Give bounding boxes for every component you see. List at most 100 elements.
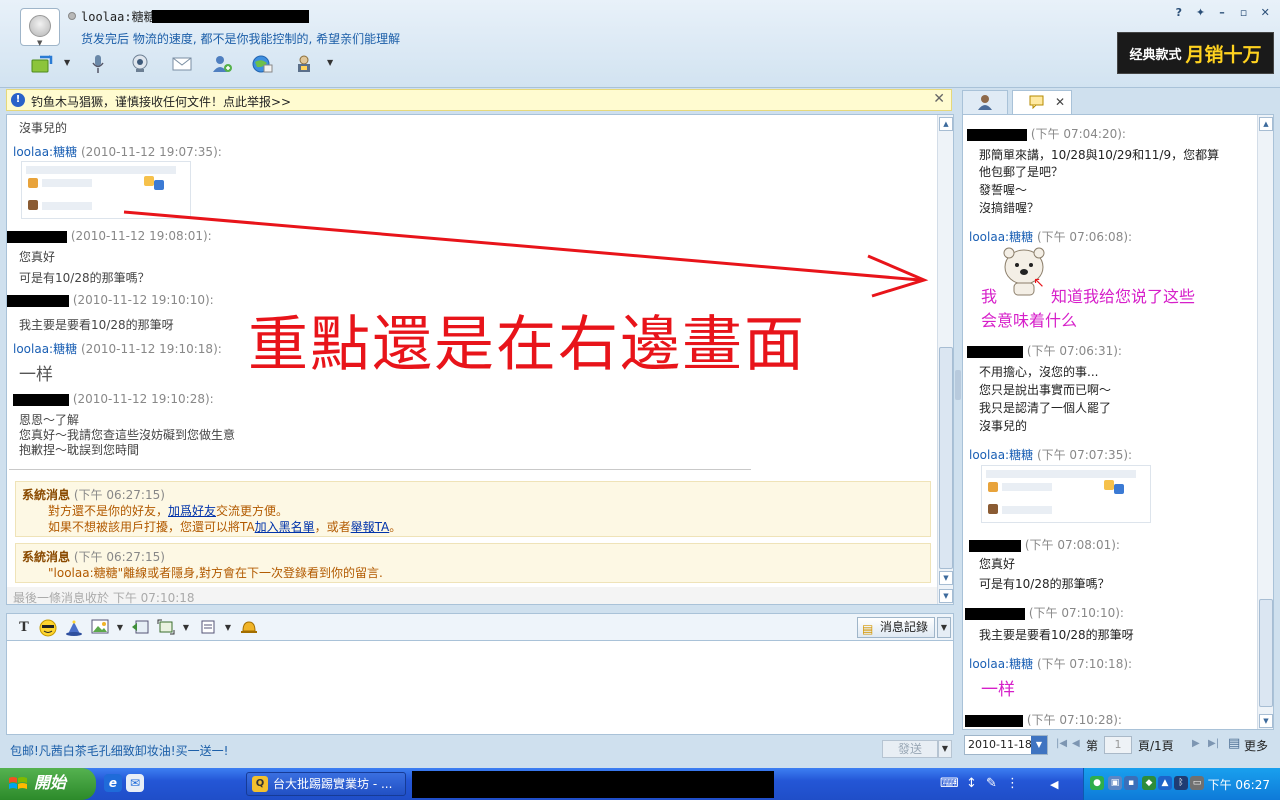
footer-ad-link[interactable]: 包邮!凡茜白茶毛孔细致卸妆油!买一送一!: [10, 742, 228, 759]
divider: [9, 469, 751, 470]
clock[interactable]: 下午 06:27: [1208, 776, 1270, 793]
next-page-icon[interactable]: ▶: [1192, 738, 1200, 749]
contact-avatar[interactable]: ▼: [20, 8, 60, 47]
send-file-icon[interactable]: [30, 53, 54, 75]
note-dropdown[interactable]: ▼: [219, 619, 237, 637]
tray-app-icon[interactable]: ▲: [1158, 776, 1172, 790]
message-time: (下午 07:08:01):: [1024, 538, 1120, 552]
scroll-up-icon[interactable]: ▲: [1259, 117, 1273, 131]
chat-scrollbar[interactable]: ▲ ▼ ▼: [937, 115, 953, 604]
close-warning-icon[interactable]: ✕: [933, 91, 945, 107]
internet-explorer-icon[interactable]: e: [104, 774, 122, 792]
redacted-name: [152, 10, 309, 23]
keyboard-icon[interactable]: ⌨: [940, 776, 959, 791]
more-icon[interactable]: ▤: [1228, 736, 1240, 751]
date-picker[interactable]: 2010-11-18 ▼: [964, 735, 1048, 755]
page-suffix: 頁/1頁: [1138, 739, 1174, 753]
minimize-icon[interactable]: –: [1215, 6, 1229, 20]
system-message-header: 系統消息 (下午 06:27:15): [22, 486, 165, 503]
message-input[interactable]: [6, 641, 954, 735]
system-message-title: 系統消息: [22, 488, 71, 502]
note-icon[interactable]: [199, 619, 217, 637]
record-header: (下午 07:10:28):: [965, 711, 1122, 728]
system-text: ，或者: [314, 520, 351, 534]
microphone-icon[interactable]: [86, 53, 110, 75]
globe-icon[interactable]: [250, 53, 274, 75]
screenshot-dropdown[interactable]: ▼: [177, 619, 195, 637]
record-header: (下午 07:08:01):: [969, 536, 1120, 553]
tray-app-icon[interactable]: ▪: [1124, 776, 1138, 790]
history-dropdown[interactable]: ▼: [937, 617, 951, 638]
more-tools-dropdown[interactable]: ▼: [327, 58, 333, 67]
send-file-dropdown[interactable]: ▼: [64, 58, 70, 67]
report-link[interactable]: 舉報TA: [351, 520, 390, 534]
close-icon[interactable]: ✕: [1258, 6, 1272, 20]
panel-splitter[interactable]: [955, 370, 961, 400]
record-text: 那簡單來講，10/28與10/29和11/9，您都算: [979, 148, 1220, 162]
tray-app-icon[interactable]: ●: [1090, 776, 1104, 790]
show-hidden-icons[interactable]: ◀: [1050, 778, 1058, 791]
tab-chat-history[interactable]: ✕: [1012, 90, 1072, 114]
scrollbar-thumb[interactable]: [939, 347, 953, 569]
taskbar-item-browser[interactable]: Q 台大批踢踢實業坊 - ...: [246, 772, 406, 796]
screenshot-icon[interactable]: [157, 619, 175, 637]
close-tab-icon[interactable]: ✕: [1055, 91, 1065, 113]
ad-banner[interactable]: 经典款式 月销十万: [1117, 32, 1274, 74]
webcam-icon[interactable]: [128, 53, 152, 75]
add-friend-link[interactable]: 加爲好友: [168, 504, 216, 518]
ime-menu-icon[interactable]: ⋮: [1006, 776, 1019, 791]
bluetooth-icon[interactable]: ᛒ: [1174, 776, 1188, 790]
outlook-express-icon[interactable]: ✉: [126, 774, 144, 792]
system-text: 。: [389, 520, 402, 534]
send-options-dropdown[interactable]: ▼: [938, 740, 952, 758]
send-button[interactable]: 發送: [882, 740, 938, 758]
record-text: 發誓喔～: [979, 183, 1028, 197]
message-history-button[interactable]: ▤ 消息記錄: [857, 617, 935, 638]
image-icon[interactable]: [91, 619, 109, 637]
maximize-icon[interactable]: ▫: [1237, 6, 1251, 20]
calendar-dropdown-icon[interactable]: ▼: [1031, 736, 1047, 754]
add-contact-icon[interactable]: [210, 53, 234, 75]
first-page-icon[interactable]: |◀: [1056, 738, 1067, 749]
tab-contact-info[interactable]: [962, 90, 1008, 114]
font-icon[interactable]: T: [15, 619, 33, 637]
help-icon[interactable]: ?: [1172, 6, 1186, 20]
last-page-icon[interactable]: ▶|: [1208, 738, 1219, 749]
ime-icon[interactable]: ↕: [966, 776, 977, 791]
prev-page-icon[interactable]: ◀: [1072, 738, 1080, 749]
scroll-end-icon[interactable]: ▼: [939, 589, 953, 603]
emoji-icon[interactable]: [39, 619, 57, 637]
redacted-name: [7, 230, 67, 243]
arrow-glyph-icon: ↖: [1033, 275, 1045, 291]
network-icon[interactable]: ▣: [1108, 776, 1122, 790]
shake-icon[interactable]: [131, 619, 149, 637]
scroll-down-icon[interactable]: ▼: [939, 571, 953, 585]
phishing-warning-bar[interactable]: ! 钓鱼木马猖獗，谨慎接收任何文件！点此举报>> ✕: [6, 89, 952, 111]
system-message: 系統消息 (下午 06:27:15) 對方還不是你的好友，加爲好友交流更方便。 …: [15, 481, 931, 537]
record-scrollbar[interactable]: ▲ ▼: [1257, 115, 1273, 729]
pin-icon[interactable]: ✦: [1194, 6, 1208, 20]
bell-icon[interactable]: [239, 619, 257, 637]
record-text: 沒事兒的: [979, 419, 1028, 433]
magic-icon[interactable]: [65, 619, 83, 637]
monitor-icon[interactable]: ▭: [1190, 776, 1204, 790]
system-tray: ● ▣ ▪ ◆ ▲ ᛒ ▭ 下午 06:27: [1083, 768, 1280, 800]
warning-text[interactable]: 钓鱼木马猖獗，谨慎接收任何文件！点此举报>>: [31, 93, 291, 110]
tray-app-icon[interactable]: ◆: [1142, 776, 1156, 790]
record-text: 可是有10/28的那筆嗎？: [979, 577, 1110, 591]
page-input[interactable]: 1: [1104, 736, 1132, 754]
message-time: (下午 07:06:31):: [1026, 344, 1122, 358]
chat-message-text: 您真好: [19, 250, 56, 264]
scrollbar-thumb[interactable]: [1259, 599, 1273, 707]
ime-settings-icon[interactable]: ✎: [986, 776, 997, 791]
scroll-up-icon[interactable]: ▲: [939, 117, 953, 131]
status-offline-icon: [68, 12, 76, 20]
add-blacklist-link[interactable]: 加入黑名單: [255, 520, 315, 534]
more-link[interactable]: 更多: [1244, 737, 1268, 754]
image-thumbnail[interactable]: [981, 465, 1151, 523]
shop-icon[interactable]: [292, 53, 316, 75]
scroll-down-icon[interactable]: ▼: [1259, 714, 1273, 728]
mail-icon[interactable]: [170, 53, 194, 75]
redacted-name: [7, 294, 69, 307]
image-dropdown[interactable]: ▼: [111, 619, 129, 637]
